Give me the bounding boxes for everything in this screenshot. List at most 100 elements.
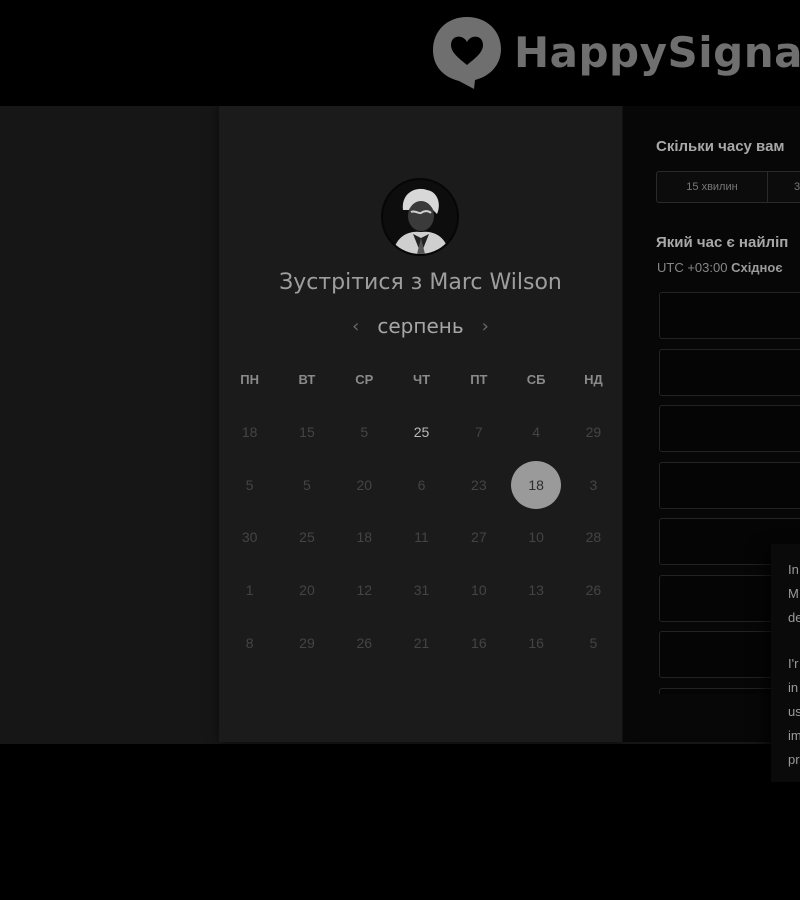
brand-name: HappySignals (514, 27, 800, 77)
calendar-day-number: 29 (299, 634, 315, 651)
calendar-day: 30 (221, 511, 278, 564)
time-slot-button[interactable] (659, 348, 800, 396)
host-avatar (381, 178, 459, 256)
chevron-left-icon[interactable]: ‹ (352, 316, 359, 337)
timezone-name: Східноє (731, 260, 783, 275)
calendar-day: 4 (507, 406, 564, 459)
duration-question: Скільки часу вам (656, 138, 785, 155)
duration-option-15[interactable]: 15 хвилин (657, 172, 768, 202)
calendar-day-number: 10 (471, 582, 487, 599)
calendar-day-number: 18 (356, 529, 373, 546)
avatar-portrait-icon (383, 180, 457, 254)
weekday-label: ВТ (298, 372, 316, 387)
time-slot-button[interactable] (659, 461, 800, 509)
calendar-day-number: 18 (241, 424, 258, 441)
weekday-label: СР (355, 372, 374, 387)
calendar-day: 26 (565, 564, 622, 617)
duration-option-30[interactable]: 3 (768, 172, 800, 202)
calendar-day-number: 5 (245, 476, 254, 493)
calendar-day[interactable]: 25 (393, 406, 450, 459)
calendar-day-number: 4 (532, 424, 541, 441)
calendar-day-number: 16 (471, 634, 487, 651)
timezone-selector[interactable]: UTC +03:00 Східноє (657, 260, 783, 275)
calendar-day: 18 (221, 406, 278, 459)
calendar-day-number: 27 (471, 529, 487, 546)
calendar-day-number: 10 (528, 529, 544, 546)
calendar-day: 11 (393, 511, 450, 564)
calendar-day: 16 (450, 616, 507, 669)
calendar-panel: Зустрітися з Marc Wilson ‹ серпень › ПН В… (219, 106, 623, 742)
calendar-day: 12 (336, 564, 393, 617)
calendar-day-number: 25 (413, 424, 430, 441)
calendar-day-number: 13 (528, 582, 544, 599)
weekday-label: ЧТ (413, 372, 431, 387)
calendar-day-number: 20 (356, 476, 373, 493)
calendar-day-number: 5 (589, 634, 598, 651)
calendar-day-number: 1 (245, 582, 254, 599)
calendar-day-number: 6 (417, 476, 426, 493)
calendar-day: 29 (565, 406, 622, 459)
heart-speech-bubble-icon (433, 17, 501, 89)
calendar-day-number: 29 (585, 424, 602, 441)
calendar-day: 1 (221, 564, 278, 617)
time-slot-button[interactable] (659, 292, 800, 339)
calendar-day: 5 (565, 616, 622, 669)
calendar-day: 27 (450, 511, 507, 564)
calendar-day: 20 (336, 459, 393, 512)
brand-logo[interactable]: HappySignals (430, 14, 800, 90)
calendar-day: 26 (336, 616, 393, 669)
month-label: серпень (377, 314, 464, 338)
calendar-day-number: 8 (245, 634, 254, 651)
calendar-day: 7 (450, 406, 507, 459)
calendar-day: 28 (565, 511, 622, 564)
meeting-title-prefix: Зустрітися з (279, 270, 430, 295)
calendar-day: 5 (278, 459, 335, 512)
calendar-day-number: 5 (360, 424, 369, 441)
calendar-day-number: 30 (241, 529, 258, 546)
calendar-day: 10 (507, 511, 564, 564)
timezone-offset: UTC +03:00 (657, 260, 728, 275)
host-name: Marc Wilson (429, 270, 562, 295)
calendar-day: 5 (221, 459, 278, 512)
calendar-day-number: 18 (511, 460, 562, 509)
calendar-day-number: 21 (413, 634, 430, 651)
calendar-day-number: 11 (414, 529, 429, 546)
calendar-day-number: 28 (585, 529, 602, 546)
calendar-day-number: 7 (474, 424, 483, 441)
calendar-day: 16 (507, 616, 564, 669)
time-question: Який час є найліп (656, 234, 789, 251)
calendar-day-number: 5 (303, 476, 311, 493)
calendar-day: 29 (278, 616, 335, 669)
month-navigation: ‹ серпень › (219, 314, 622, 338)
calendar-day-number: 26 (585, 582, 602, 599)
calendar-day: 5 (336, 406, 393, 459)
calendar-day[interactable]: 18 (507, 459, 564, 512)
cookie-text-paragraph-1: In M de (788, 562, 800, 625)
calendar-day-number: 20 (299, 582, 315, 599)
page: HappySignals Зустрітися з Marc Wilson ‹ … (0, 0, 800, 900)
weekday-header: ПН ВТ СР ЧТ ПТ СБ НД (221, 372, 621, 387)
cookie-popup: In M de I'r in us im pr (771, 544, 800, 782)
calendar-day: 31 (393, 564, 450, 617)
duration-toggle: 15 хвилин 3 (656, 171, 800, 203)
cookie-text-paragraph-2: I'r in us im pr (788, 656, 800, 767)
calendar-day-number: 31 (413, 582, 430, 599)
time-slot-button[interactable] (659, 405, 800, 452)
weekday-label: ПН (240, 372, 260, 387)
calendar-day-number: 16 (528, 634, 544, 651)
calendar-day: 13 (507, 564, 564, 617)
calendar-day: 20 (278, 564, 335, 617)
calendar-days-grid: 18 15 5 25 7 4 29 5 5 20 6 23 18 3 30 25 18 11 27 10 28 1 20 12… (221, 406, 621, 669)
calendar-day: 6 (393, 459, 450, 512)
weekday-label: ПТ (470, 372, 488, 387)
weekday-label: НД (584, 372, 603, 387)
calendar-day: 25 (278, 511, 335, 564)
calendar-day: 18 (336, 511, 393, 564)
calendar-day-number: 12 (356, 582, 373, 599)
calendar-day-number: 26 (356, 634, 373, 651)
chevron-right-icon[interactable]: › (482, 316, 489, 337)
calendar-day: 10 (450, 564, 507, 617)
calendar-day-number: 15 (299, 424, 315, 441)
weekday-label: СБ (526, 372, 546, 387)
calendar-day: 15 (278, 406, 335, 459)
